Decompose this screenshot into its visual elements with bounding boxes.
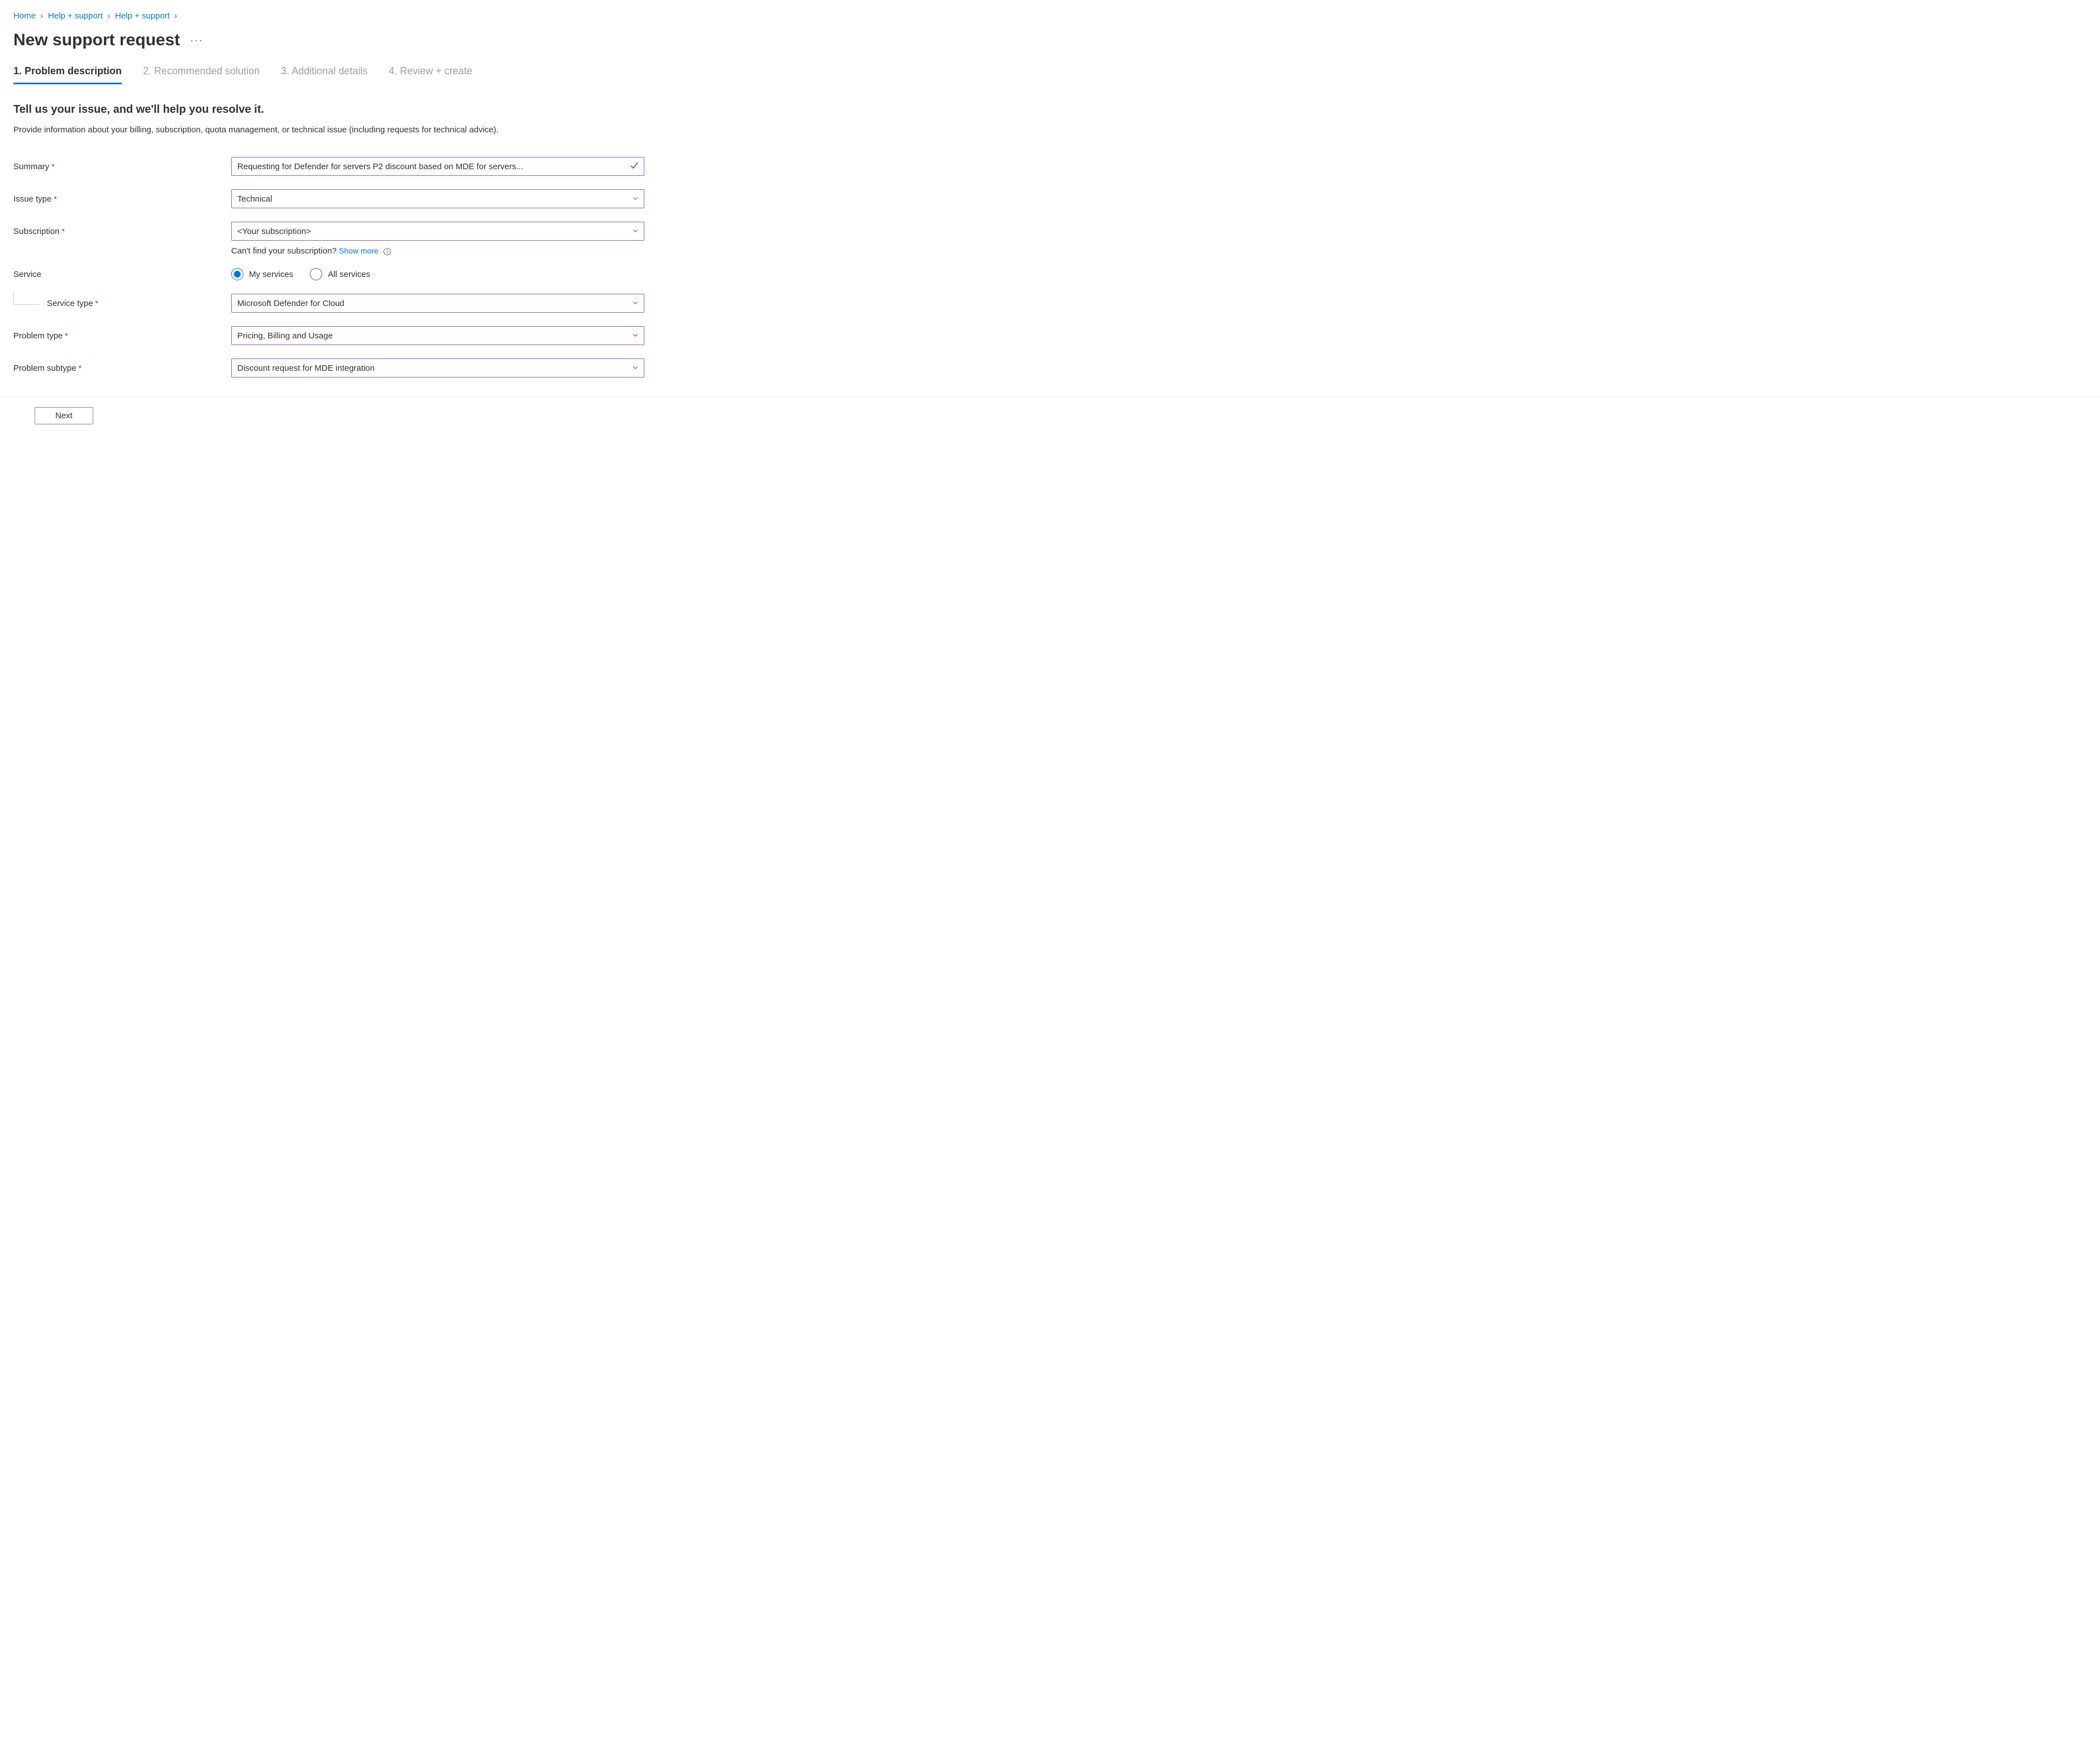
tab-review-create[interactable]: 4. Review + create [389,65,472,84]
required-asterisk: * [95,299,98,308]
problem-subtype-label: Problem subtype [13,364,76,373]
tab-additional-details[interactable]: 3. Additional details [281,65,367,84]
summary-input[interactable] [231,157,644,176]
required-asterisk: * [62,227,65,236]
form-row-summary: Summary * [13,157,2087,176]
service-type-dropdown[interactable]: Microsoft Defender for Cloud [231,294,644,313]
breadcrumb-link-home[interactable]: Home [13,11,36,21]
issue-type-label: Issue type [13,194,51,204]
service-radio-group: My services All services [231,268,644,280]
tab-recommended-solution[interactable]: 2. Recommended solution [143,65,260,84]
subscription-hint-row: Can't find your subscription? Show more [13,246,2087,256]
required-asterisk: * [54,194,56,203]
summary-label: Summary [13,162,49,171]
page-title-row: New support request ··· [13,31,2087,50]
subscription-hint-text: Can't find your subscription? [231,246,339,256]
radio-all-services-label: All services [328,270,370,279]
issue-type-dropdown[interactable]: Technical [231,189,644,208]
page-title: New support request [13,31,180,50]
form-row-subscription: Subscription * <Your subscription> [13,222,2087,241]
tree-indent-line [13,291,39,305]
radio-circle-unchecked [310,268,322,280]
subscription-label: Subscription [13,227,60,236]
breadcrumb: Home Help + support Help + support [13,11,2087,21]
subscription-dropdown[interactable]: <Your subscription> [231,222,644,241]
service-type-label: Service type [47,299,93,308]
tab-problem-description[interactable]: 1. Problem description [13,65,122,84]
radio-all-services[interactable]: All services [310,268,370,280]
info-icon[interactable] [383,247,392,256]
service-label: Service [13,270,41,279]
footer: Next [13,397,2087,434]
required-asterisk: * [79,364,82,372]
radio-circle-checked [231,268,243,280]
form-row-service: Service My services All services [13,268,2087,280]
required-asterisk: * [65,331,68,340]
form-row-service-type: Service type * Microsoft Defender for Cl… [13,294,2087,313]
section-title: Tell us your issue, and we'll help you r… [13,103,2087,116]
form-row-problem-subtype: Problem subtype * Discount request for M… [13,358,2087,377]
radio-my-services[interactable]: My services [231,268,293,280]
section-description: Provide information about your billing, … [13,124,628,136]
problem-type-label: Problem type [13,331,63,341]
more-actions-button[interactable]: ··· [186,35,207,46]
next-button[interactable]: Next [35,407,93,424]
chevron-right-icon [173,13,179,19]
radio-my-services-label: My services [249,270,293,279]
wizard-tabs: 1. Problem description 2. Recommended so… [13,65,2087,84]
problem-type-dropdown[interactable]: Pricing, Billing and Usage [231,326,644,345]
show-more-link[interactable]: Show more [339,246,379,255]
problem-subtype-dropdown[interactable]: Discount request for MDE integration [231,358,644,377]
form-row-issue-type: Issue type * Technical [13,189,2087,208]
breadcrumb-link-help-support-2[interactable]: Help + support [115,11,170,21]
form-row-problem-type: Problem type * Pricing, Billing and Usag… [13,326,2087,345]
breadcrumb-link-help-support-1[interactable]: Help + support [48,11,103,21]
chevron-right-icon [39,13,45,19]
chevron-right-icon [106,13,112,19]
required-asterisk: * [51,162,54,171]
